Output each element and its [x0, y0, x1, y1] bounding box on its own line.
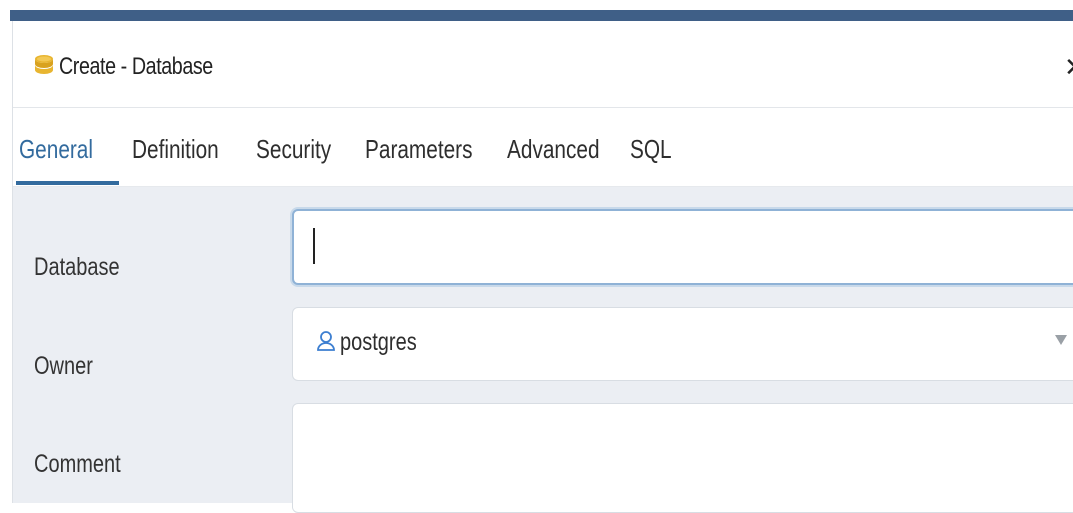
- tab-advanced[interactable]: Advanced: [507, 134, 600, 164]
- dialog-header: Create - Database ✕: [13, 21, 1073, 108]
- comment-label: Comment: [34, 450, 121, 478]
- app-top-bar: [10, 10, 1073, 21]
- active-tab-indicator: [16, 181, 119, 185]
- tab-bar: General Definition Security Parameters A…: [13, 108, 1073, 187]
- database-label: Database: [34, 253, 120, 281]
- general-form: Database Owner postgres Comment: [13, 187, 1073, 513]
- tab-general[interactable]: General: [19, 134, 93, 164]
- tab-sql[interactable]: SQL: [630, 134, 672, 164]
- comment-textarea[interactable]: [292, 403, 1073, 513]
- dialog-title: Create - Database: [59, 53, 213, 80]
- tab-parameters[interactable]: Parameters: [365, 134, 473, 164]
- owner-select[interactable]: postgres: [292, 307, 1073, 381]
- tab-definition[interactable]: Definition: [132, 134, 219, 164]
- chevron-down-icon[interactable]: [1055, 335, 1067, 345]
- close-icon[interactable]: ✕: [1064, 54, 1073, 80]
- tab-security[interactable]: Security: [256, 134, 331, 164]
- database-name-input[interactable]: [292, 209, 1073, 285]
- text-caret: [313, 228, 315, 264]
- user-icon: [317, 331, 335, 351]
- owner-value: postgres: [340, 328, 417, 356]
- database-icon: [35, 55, 53, 74]
- create-database-dialog: Create - Database ✕ General Definition S…: [12, 21, 1073, 513]
- owner-label: Owner: [34, 352, 93, 380]
